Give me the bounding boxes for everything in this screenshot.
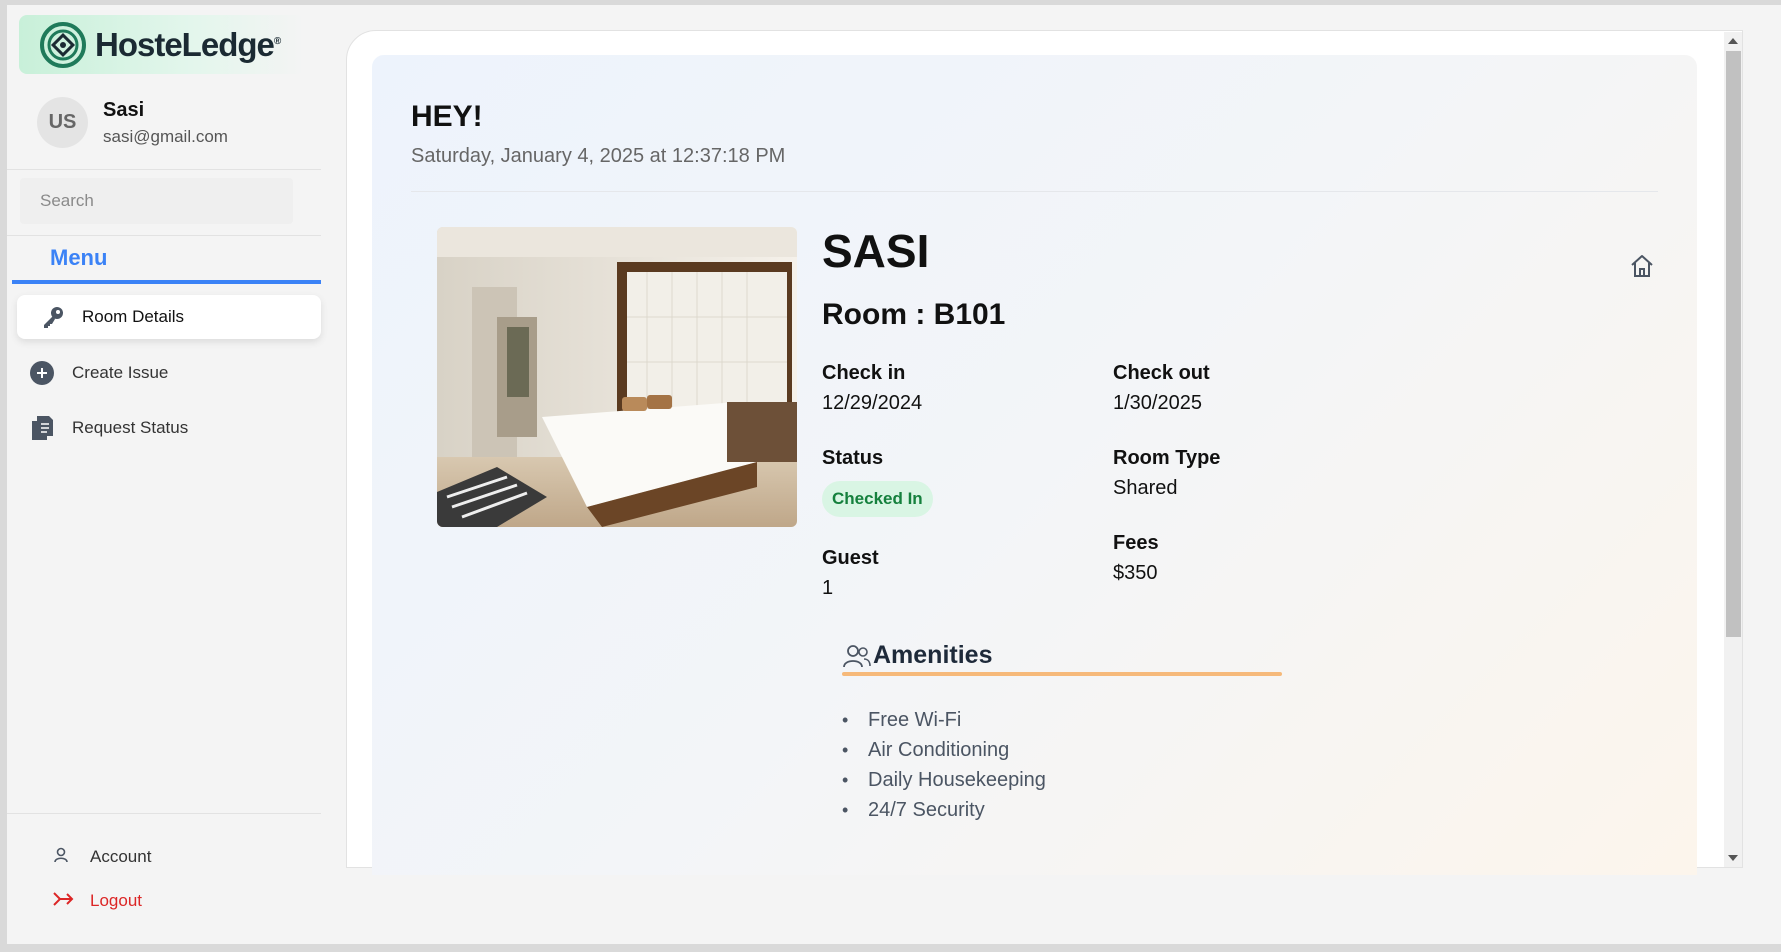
logo-icon bbox=[40, 21, 86, 68]
check-out-label: Check out bbox=[1113, 362, 1210, 384]
plus-circle-icon bbox=[28, 359, 56, 387]
room-type-value: Shared bbox=[1113, 477, 1178, 499]
clipboard-icon bbox=[28, 414, 56, 442]
divider bbox=[7, 813, 321, 814]
room-type-label: Room Type bbox=[1113, 447, 1221, 469]
guest-count-label: Guest bbox=[822, 547, 879, 569]
room-image bbox=[437, 227, 797, 527]
avatar: US bbox=[37, 97, 88, 148]
account-link[interactable]: Account bbox=[52, 842, 151, 872]
scroll-up-arrow[interactable] bbox=[1728, 38, 1738, 44]
amenities-header: Amenities bbox=[843, 641, 992, 670]
user-profile: US Sasi sasi@gmail.com bbox=[37, 97, 228, 148]
current-datetime: Saturday, January 4, 2025 at 12:37:18 PM bbox=[411, 145, 786, 167]
search-input[interactable] bbox=[20, 178, 293, 224]
list-item: Free Wi-Fi bbox=[842, 705, 1046, 735]
scroll-thumb[interactable] bbox=[1726, 51, 1741, 637]
check-in-value: 12/29/2024 bbox=[822, 392, 923, 414]
check-in-label: Check in bbox=[822, 362, 906, 384]
status-label: Status bbox=[822, 447, 884, 469]
logout-icon bbox=[52, 890, 74, 913]
logout-button[interactable]: Logout bbox=[52, 886, 142, 916]
menu-underline bbox=[12, 280, 321, 284]
user-name: Sasi bbox=[103, 98, 145, 121]
sidebar: HosteLedge® US Sasi sasi@gmail.com bbox=[7, 5, 321, 944]
sidebar-item-create-issue[interactable]: Create Issue bbox=[28, 358, 168, 388]
sidebar-item-request-status[interactable]: Request Status bbox=[28, 413, 188, 443]
brand-name: HosteLedge® bbox=[95, 25, 281, 63]
guest-count-value: 1 bbox=[822, 577, 834, 599]
list-item: Daily Housekeeping bbox=[842, 765, 1046, 795]
fees-value: $350 bbox=[1113, 562, 1158, 584]
scroll-down-arrow[interactable] bbox=[1728, 855, 1738, 861]
users-icon bbox=[843, 644, 871, 667]
list-item: 24/7 Security bbox=[842, 795, 1046, 825]
amenities-list: Free Wi-Fi Air Conditioning Daily Housek… bbox=[842, 705, 1046, 825]
brand-logo[interactable]: HosteLedge® bbox=[19, 15, 305, 74]
room-number: Room : B101 bbox=[822, 298, 1006, 331]
amenities-title: Amenities bbox=[873, 641, 993, 669]
account-label: Account bbox=[90, 847, 152, 866]
amenities-underline bbox=[842, 672, 1282, 676]
home-icon[interactable] bbox=[1628, 252, 1656, 280]
greeting: HEY! bbox=[411, 100, 483, 133]
status-badge: Checked In bbox=[822, 481, 933, 517]
fees-label: Fees bbox=[1113, 532, 1159, 554]
sidebar-item-room-details[interactable]: Room Details bbox=[17, 295, 321, 339]
user-icon bbox=[52, 846, 70, 869]
check-out-value: 1/30/2025 bbox=[1113, 392, 1202, 414]
sidebar-item-label: Room Details bbox=[82, 307, 185, 326]
logout-label: Logout bbox=[90, 891, 142, 910]
list-item: Air Conditioning bbox=[842, 735, 1046, 765]
menu-title: Menu bbox=[50, 245, 108, 270]
key-icon bbox=[39, 303, 67, 331]
divider bbox=[411, 191, 1658, 192]
divider bbox=[7, 169, 321, 170]
user-email: sasi@gmail.com bbox=[103, 126, 228, 146]
guest-name: SASI bbox=[822, 225, 930, 277]
scrollbar[interactable] bbox=[1724, 32, 1742, 867]
divider bbox=[7, 235, 321, 236]
sidebar-item-label: Create Issue bbox=[72, 363, 169, 382]
sidebar-item-label: Request Status bbox=[72, 418, 189, 437]
